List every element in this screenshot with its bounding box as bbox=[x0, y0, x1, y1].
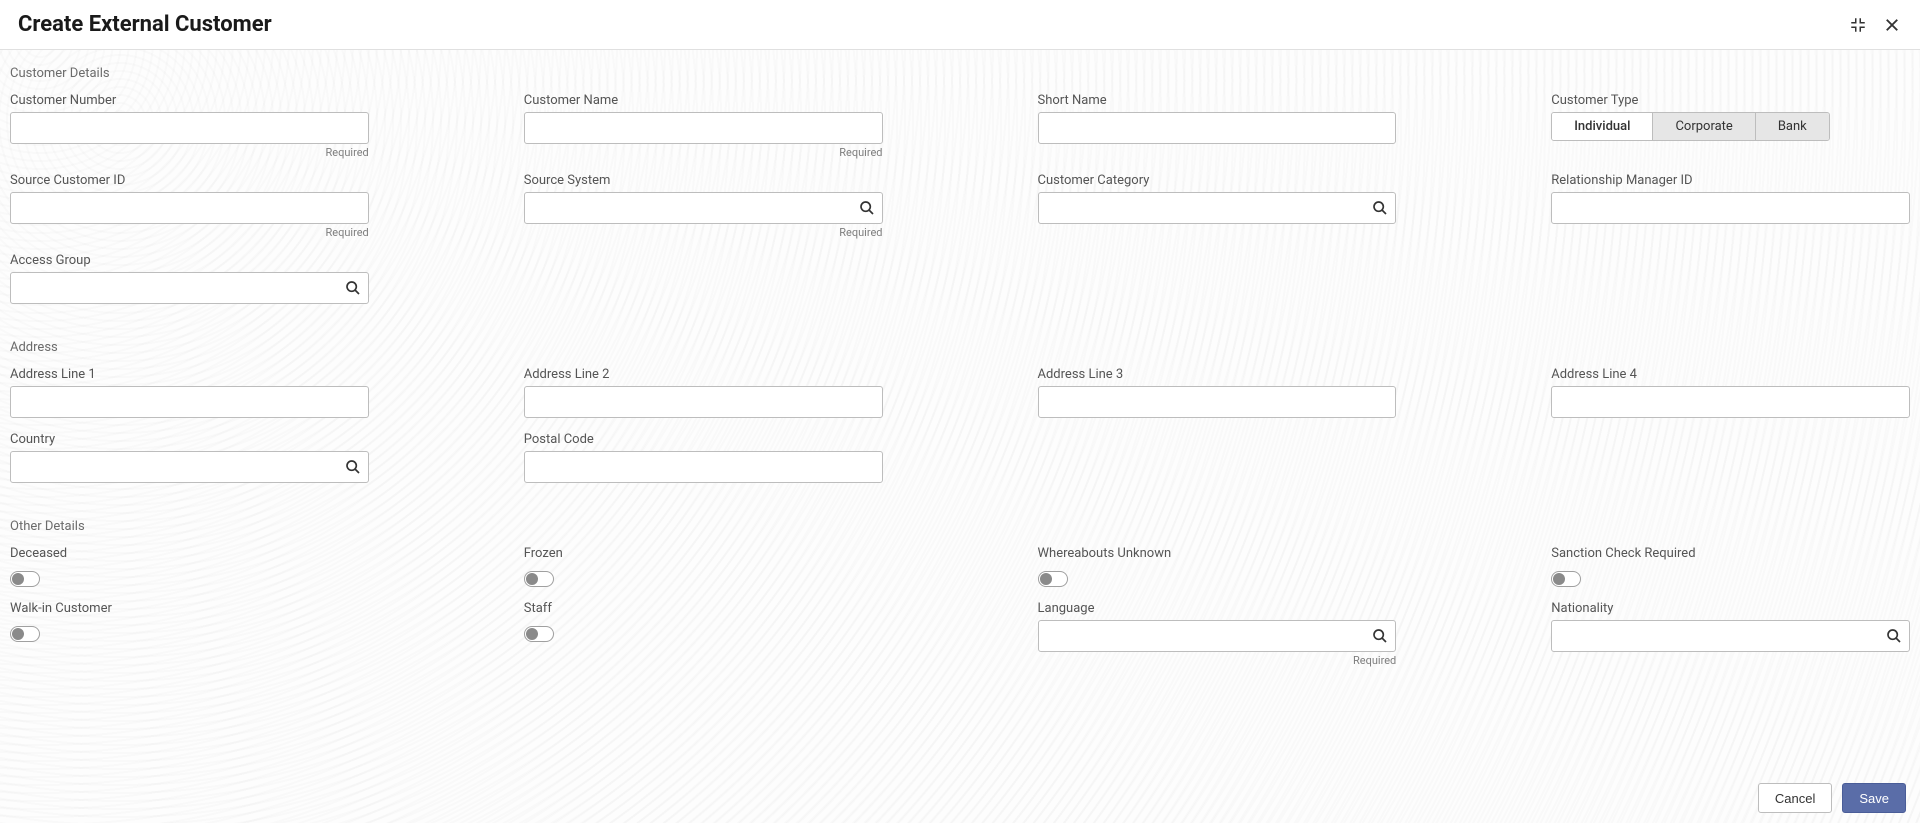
customer-name-input[interactable] bbox=[524, 112, 883, 144]
postal-code-label: Postal Code bbox=[524, 432, 883, 447]
access-group-label: Access Group bbox=[10, 253, 369, 268]
customer-category-label: Customer Category bbox=[1038, 173, 1397, 188]
address-line-4-label: Address Line 4 bbox=[1551, 367, 1910, 382]
address-line-3-input[interactable] bbox=[1038, 386, 1397, 418]
customer-type-individual[interactable]: Individual bbox=[1552, 113, 1653, 140]
customer-name-helper: Required bbox=[524, 146, 883, 159]
country-input[interactable] bbox=[10, 451, 369, 483]
frozen-toggle[interactable] bbox=[524, 571, 554, 587]
customer-number-helper: Required bbox=[10, 146, 369, 159]
relationship-manager-id-label: Relationship Manager ID bbox=[1551, 173, 1910, 188]
source-customer-id-input[interactable] bbox=[10, 192, 369, 224]
sanction-check-required-label: Sanction Check Required bbox=[1551, 546, 1910, 561]
deceased-label: Deceased bbox=[10, 546, 369, 561]
sanction-check-required-toggle[interactable] bbox=[1551, 571, 1581, 587]
section-address: Address bbox=[10, 340, 1910, 355]
source-customer-id-helper: Required bbox=[10, 226, 369, 239]
staff-toggle[interactable] bbox=[524, 626, 554, 642]
search-icon[interactable] bbox=[859, 200, 875, 216]
language-helper: Required bbox=[1038, 654, 1397, 667]
search-icon[interactable] bbox=[1372, 200, 1388, 216]
form-content: Customer Details Customer Number Require… bbox=[0, 50, 1920, 823]
staff-label: Staff bbox=[524, 601, 883, 616]
address-line-4-input[interactable] bbox=[1551, 386, 1910, 418]
address-line-3-label: Address Line 3 bbox=[1038, 367, 1397, 382]
cancel-button[interactable]: Cancel bbox=[1758, 783, 1832, 813]
short-name-label: Short Name bbox=[1038, 93, 1397, 108]
access-group-input[interactable] bbox=[10, 272, 369, 304]
dialog-header: Create External Customer bbox=[0, 0, 1920, 50]
search-icon[interactable] bbox=[345, 459, 361, 475]
address-line-2-label: Address Line 2 bbox=[524, 367, 883, 382]
source-system-helper: Required bbox=[524, 226, 883, 239]
customer-name-label: Customer Name bbox=[524, 93, 883, 108]
language-input[interactable] bbox=[1038, 620, 1397, 652]
nationality-input[interactable] bbox=[1551, 620, 1910, 652]
country-label: Country bbox=[10, 432, 369, 447]
customer-type-bank[interactable]: Bank bbox=[1756, 113, 1829, 140]
collapse-icon[interactable] bbox=[1848, 15, 1868, 35]
short-name-input[interactable] bbox=[1038, 112, 1397, 144]
frozen-label: Frozen bbox=[524, 546, 883, 561]
nationality-label: Nationality bbox=[1551, 601, 1910, 616]
search-icon[interactable] bbox=[345, 280, 361, 296]
page-title: Create External Customer bbox=[18, 12, 272, 37]
customer-category-input[interactable] bbox=[1038, 192, 1397, 224]
postal-code-input[interactable] bbox=[524, 451, 883, 483]
address-line-2-input[interactable] bbox=[524, 386, 883, 418]
source-system-input[interactable] bbox=[524, 192, 883, 224]
section-customer-details: Customer Details bbox=[10, 66, 1910, 81]
dialog-footer: Cancel Save bbox=[0, 773, 1920, 823]
deceased-toggle[interactable] bbox=[10, 571, 40, 587]
search-icon[interactable] bbox=[1886, 628, 1902, 644]
whereabouts-unknown-label: Whereabouts Unknown bbox=[1038, 546, 1397, 561]
address-line-1-input[interactable] bbox=[10, 386, 369, 418]
language-label: Language bbox=[1038, 601, 1397, 616]
customer-number-label: Customer Number bbox=[10, 93, 369, 108]
walk-in-customer-label: Walk-in Customer bbox=[10, 601, 369, 616]
customer-number-input[interactable] bbox=[10, 112, 369, 144]
customer-type-toggle: Individual Corporate Bank bbox=[1551, 112, 1830, 141]
walk-in-customer-toggle[interactable] bbox=[10, 626, 40, 642]
address-line-1-label: Address Line 1 bbox=[10, 367, 369, 382]
search-icon[interactable] bbox=[1372, 628, 1388, 644]
close-icon[interactable] bbox=[1882, 15, 1902, 35]
source-customer-id-label: Source Customer ID bbox=[10, 173, 369, 188]
source-system-label: Source System bbox=[524, 173, 883, 188]
save-button[interactable]: Save bbox=[1842, 783, 1906, 813]
whereabouts-unknown-toggle[interactable] bbox=[1038, 571, 1068, 587]
customer-type-corporate[interactable]: Corporate bbox=[1653, 113, 1755, 140]
customer-type-label: Customer Type bbox=[1551, 93, 1910, 108]
relationship-manager-id-input[interactable] bbox=[1551, 192, 1910, 224]
section-other-details: Other Details bbox=[10, 519, 1910, 534]
